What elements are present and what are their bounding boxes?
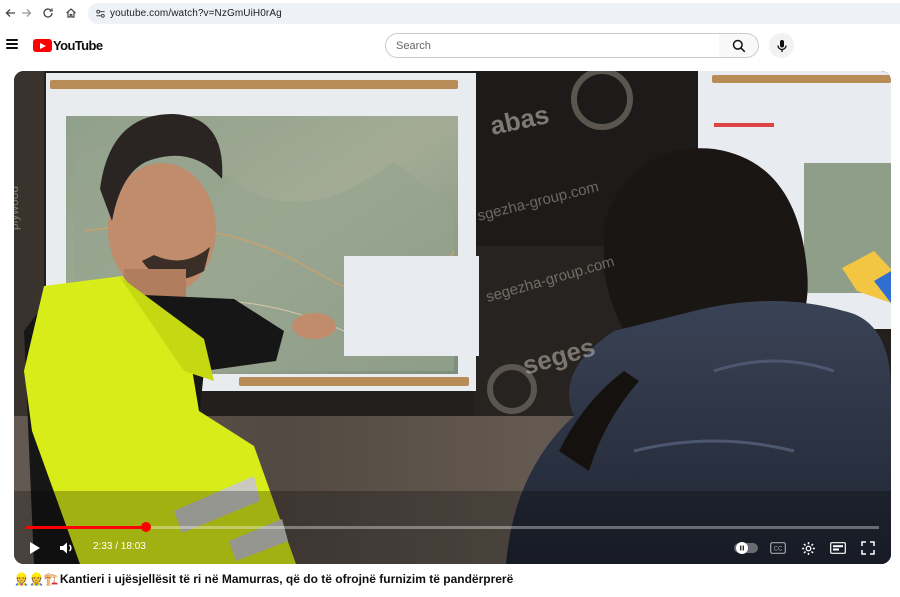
microphone-icon <box>776 39 787 52</box>
youtube-logo[interactable]: YouTube <box>33 38 103 53</box>
browser-toolbar: youtube.com/watch?v=NzGmUiH0rAg <box>0 0 900 27</box>
forward-icon[interactable] <box>15 2 37 24</box>
video-frame <box>14 71 891 564</box>
home-icon[interactable] <box>60 2 82 24</box>
miniplayer-icon <box>830 542 846 554</box>
url-text: youtube.com/watch?v=NzGmUiH0rAg <box>110 8 282 19</box>
autoplay-toggle[interactable] <box>734 541 758 555</box>
search-button[interactable] <box>719 33 759 58</box>
progress-bar[interactable] <box>26 522 879 532</box>
play-icon <box>30 542 40 554</box>
time-display: 2:33 / 18:03 <box>93 541 146 552</box>
youtube-header: YouTube Search <box>0 27 900 65</box>
video-title-row: 👷👷🏗️ Kantieri i ujësjellësit të ri në Ma… <box>14 572 513 586</box>
subtitles-button[interactable]: CC <box>769 540 787 556</box>
subtitles-icon: CC <box>770 542 786 554</box>
reload-icon[interactable] <box>37 2 59 24</box>
title-emoji: 👷👷🏗️ <box>14 572 59 586</box>
fullscreen-icon <box>861 541 875 555</box>
banner-text-plywood: plywood <box>14 185 22 231</box>
play-button[interactable] <box>26 539 44 557</box>
video-title: Kantieri i ujësjellësit të ri në Mamurra… <box>59 572 514 586</box>
search-input[interactable]: Search <box>385 33 720 58</box>
voice-search-button[interactable] <box>769 33 794 58</box>
settings-button[interactable] <box>799 539 817 557</box>
search-icon <box>732 39 745 52</box>
menu-icon[interactable] <box>6 39 18 49</box>
search-placeholder: Search <box>396 39 431 52</box>
site-settings-icon[interactable] <box>90 8 110 19</box>
logo-text: YouTube <box>53 38 103 53</box>
gear-icon <box>801 541 815 555</box>
svg-text:CC: CC <box>774 546 783 552</box>
mute-button[interactable] <box>56 538 78 558</box>
video-player[interactable]: abas sgezha-group.com segezha-group.com … <box>14 71 891 564</box>
player-controls: 2:33 / 18:03 CC <box>14 533 891 563</box>
autoplay-icon <box>734 542 758 554</box>
volume-icon <box>60 542 72 554</box>
miniplayer-button[interactable] <box>829 540 847 556</box>
fullscreen-button[interactable] <box>859 539 877 557</box>
address-bar[interactable]: youtube.com/watch?v=NzGmUiH0rAg <box>88 3 900 24</box>
progress-played <box>26 526 147 529</box>
youtube-play-icon <box>33 39 52 52</box>
